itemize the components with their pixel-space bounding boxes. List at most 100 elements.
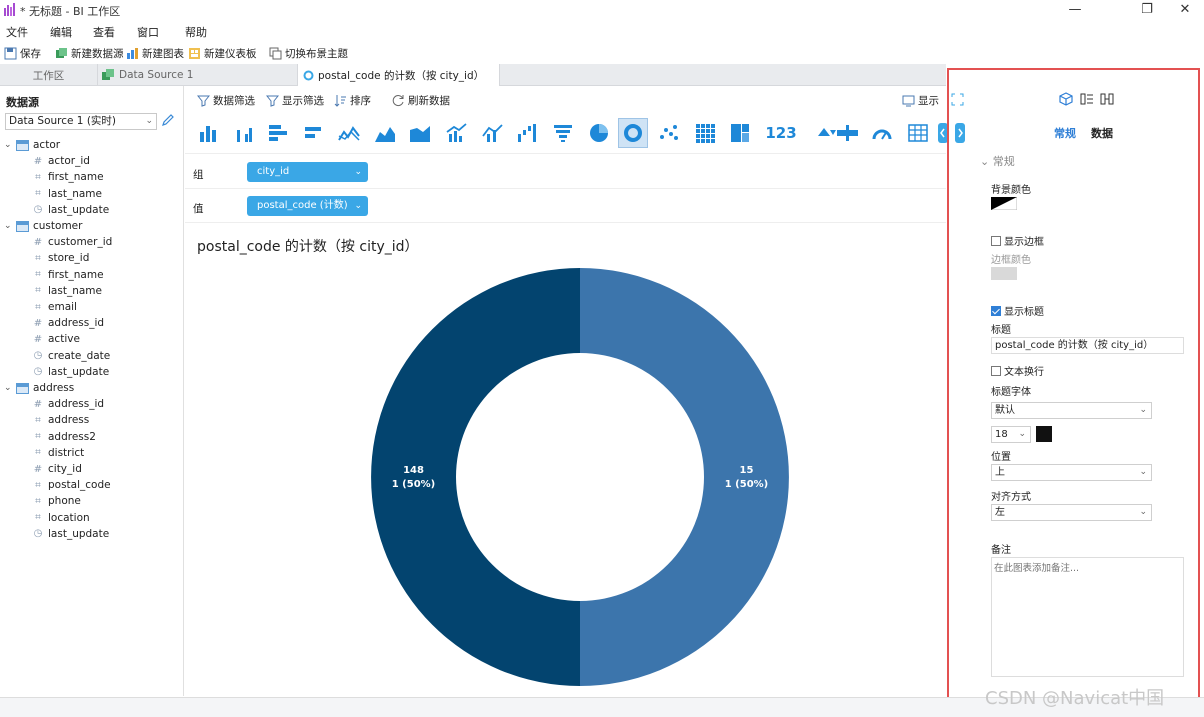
chart-type-combo-chart[interactable]	[441, 118, 471, 148]
field-node[interactable]: ⌗ last_name	[32, 186, 102, 202]
menu-help[interactable]: 帮助	[185, 24, 207, 40]
chart-type-horizontal-bar[interactable]	[263, 118, 293, 148]
table-node[interactable]: ⌄ actor	[4, 137, 60, 153]
donut-icon	[624, 124, 642, 142]
new-dashboard-button[interactable]: 新建仪表板	[188, 45, 257, 61]
field-name: last_update	[48, 365, 110, 378]
chart-type-line-bar[interactable]	[477, 118, 507, 148]
field-name: active	[48, 333, 80, 346]
field-node[interactable]: ⌗ district	[32, 445, 84, 461]
combo-chart-icon	[446, 123, 467, 142]
bar-chart-icon	[200, 126, 216, 142]
edit-pencil-icon[interactable]	[161, 113, 175, 127]
chart-type-kpi-123[interactable]: 123	[761, 118, 801, 148]
field-node[interactable]: # active	[32, 331, 80, 347]
chart-type-stacked-area[interactable]	[405, 118, 435, 148]
sort-button[interactable]: 排序	[334, 93, 371, 108]
menu-edit[interactable]: 编辑	[50, 24, 72, 40]
switch-theme-button[interactable]: 切换布景主题	[269, 45, 348, 61]
chart-type-bar-chart[interactable]	[193, 118, 223, 148]
app-logo-icon	[4, 3, 15, 16]
field-node[interactable]: ⌗ address	[32, 412, 89, 428]
maximize-button[interactable]: ❐	[1137, 2, 1157, 17]
table-node[interactable]: ⌄ customer	[4, 218, 82, 234]
tab-workspace[interactable]: 工作区	[0, 64, 98, 86]
chart-type-funnel[interactable]	[548, 118, 578, 148]
field-node[interactable]: # address_id	[32, 315, 104, 331]
menu-window[interactable]: 窗口	[137, 24, 159, 40]
text-field-icon: ⌗	[35, 188, 41, 200]
field-node[interactable]: ◷ last_update	[32, 202, 110, 218]
field-node[interactable]: # city_id	[32, 461, 82, 477]
field-node[interactable]: ⌗ store_id	[32, 250, 89, 266]
waterfall-icon	[518, 124, 536, 142]
chart-type-heatmap[interactable]	[690, 118, 720, 148]
chart-type-donut[interactable]	[618, 118, 648, 148]
tab-datasource[interactable]: Data Source 1	[98, 64, 298, 86]
field-name: phone	[48, 495, 81, 508]
menu-file[interactable]: 文件	[6, 24, 28, 40]
chart-type-area-chart[interactable]	[370, 118, 400, 148]
field-node[interactable]: # address_id	[32, 396, 104, 412]
field-node[interactable]: # customer_id	[32, 234, 112, 250]
display-filter-button[interactable]: 显示筛选	[266, 93, 324, 108]
tab-chart[interactable]: postal_code 的计数（按 city_id）	[298, 64, 500, 87]
donut-slice[interactable]	[371, 268, 580, 686]
number-field-icon: #	[33, 317, 43, 329]
datasource-select[interactable]: Data Source 1 (实时) ⌄	[5, 113, 157, 130]
field-node[interactable]: ⌗ postal_code	[32, 477, 111, 493]
slice-value-label: 1 (50%)	[725, 479, 769, 490]
title-bar: * 无标题 - BI 工作区 — ❐ ✕	[0, 0, 1204, 20]
field-node[interactable]: ⌗ email	[32, 299, 77, 315]
chart-type-treemap[interactable]	[725, 118, 755, 148]
datetime-field-icon: ◷	[33, 350, 43, 362]
new-datasource-button[interactable]: 新建数据源	[55, 45, 124, 61]
field-node[interactable]: ◷ last_update	[32, 526, 110, 542]
chart-type-pie[interactable]	[584, 118, 614, 148]
field-node[interactable]: ◷ create_date	[32, 348, 111, 364]
horizontal-bar-icon	[269, 125, 287, 141]
watermark: CSDN @Navicat中国	[985, 688, 1165, 709]
text-field-icon: ⌗	[35, 301, 41, 313]
chart-toolbar: 数据筛选 显示筛选 排序 刷新数据 显示	[185, 86, 964, 114]
field-name: email	[48, 301, 77, 313]
number-field-icon: #	[33, 333, 43, 345]
chart-type-bullet[interactable]	[832, 118, 862, 148]
chart-type-scatter[interactable]	[654, 118, 684, 148]
field-node[interactable]: ⌗ location	[32, 510, 90, 526]
field-node[interactable]: ⌗ first_name	[32, 267, 103, 283]
field-node[interactable]: ◷ last_update	[32, 364, 110, 380]
display-button[interactable]: 显示	[902, 93, 939, 108]
value-field-pill[interactable]: postal_code (计数) ⌄	[247, 196, 368, 216]
data-filter-button[interactable]: 数据筛选	[197, 93, 255, 108]
field-node[interactable]: ⌗ phone	[32, 493, 81, 509]
chart-type-gauge[interactable]	[867, 118, 897, 148]
minimize-button[interactable]: —	[1065, 2, 1085, 17]
field-name: postal_code	[48, 479, 111, 492]
menu-view[interactable]: 查看	[93, 24, 115, 40]
sort-icon	[334, 95, 346, 107]
table-node[interactable]: ⌄ address	[4, 380, 74, 396]
datasource-icon	[56, 47, 67, 58]
monitor-icon	[902, 95, 915, 106]
chart-type-grouped-bar[interactable]	[229, 118, 259, 148]
text-field-icon: ⌗	[35, 285, 41, 297]
chart-type-waterfall[interactable]	[512, 118, 542, 148]
field-node[interactable]: ⌗ last_name	[32, 283, 102, 299]
close-button[interactable]: ✕	[1175, 2, 1195, 17]
field-node[interactable]: ⌗ address2	[32, 429, 96, 445]
donut-slice[interactable]	[580, 268, 789, 686]
save-button[interactable]: 保存	[4, 45, 41, 61]
chart-type-table[interactable]	[903, 118, 933, 148]
donut-chart[interactable]: 15 1 (50%) 148 1 (50%)	[365, 262, 795, 692]
chart-type-line-chart[interactable]	[334, 118, 364, 148]
table-icon	[16, 220, 29, 232]
field-node[interactable]: ⌗ first_name	[32, 169, 103, 185]
chart-type-horizontal-stacked[interactable]	[298, 118, 328, 148]
refresh-button[interactable]: 刷新数据	[392, 93, 450, 108]
group-field-pill[interactable]: city_id ⌄	[247, 162, 368, 182]
new-chart-button[interactable]: 新建图表	[126, 45, 184, 61]
field-node[interactable]: # actor_id	[32, 153, 90, 169]
field-name: address_id	[48, 398, 105, 411]
tab-datasource-label: Data Source 1	[119, 69, 194, 81]
